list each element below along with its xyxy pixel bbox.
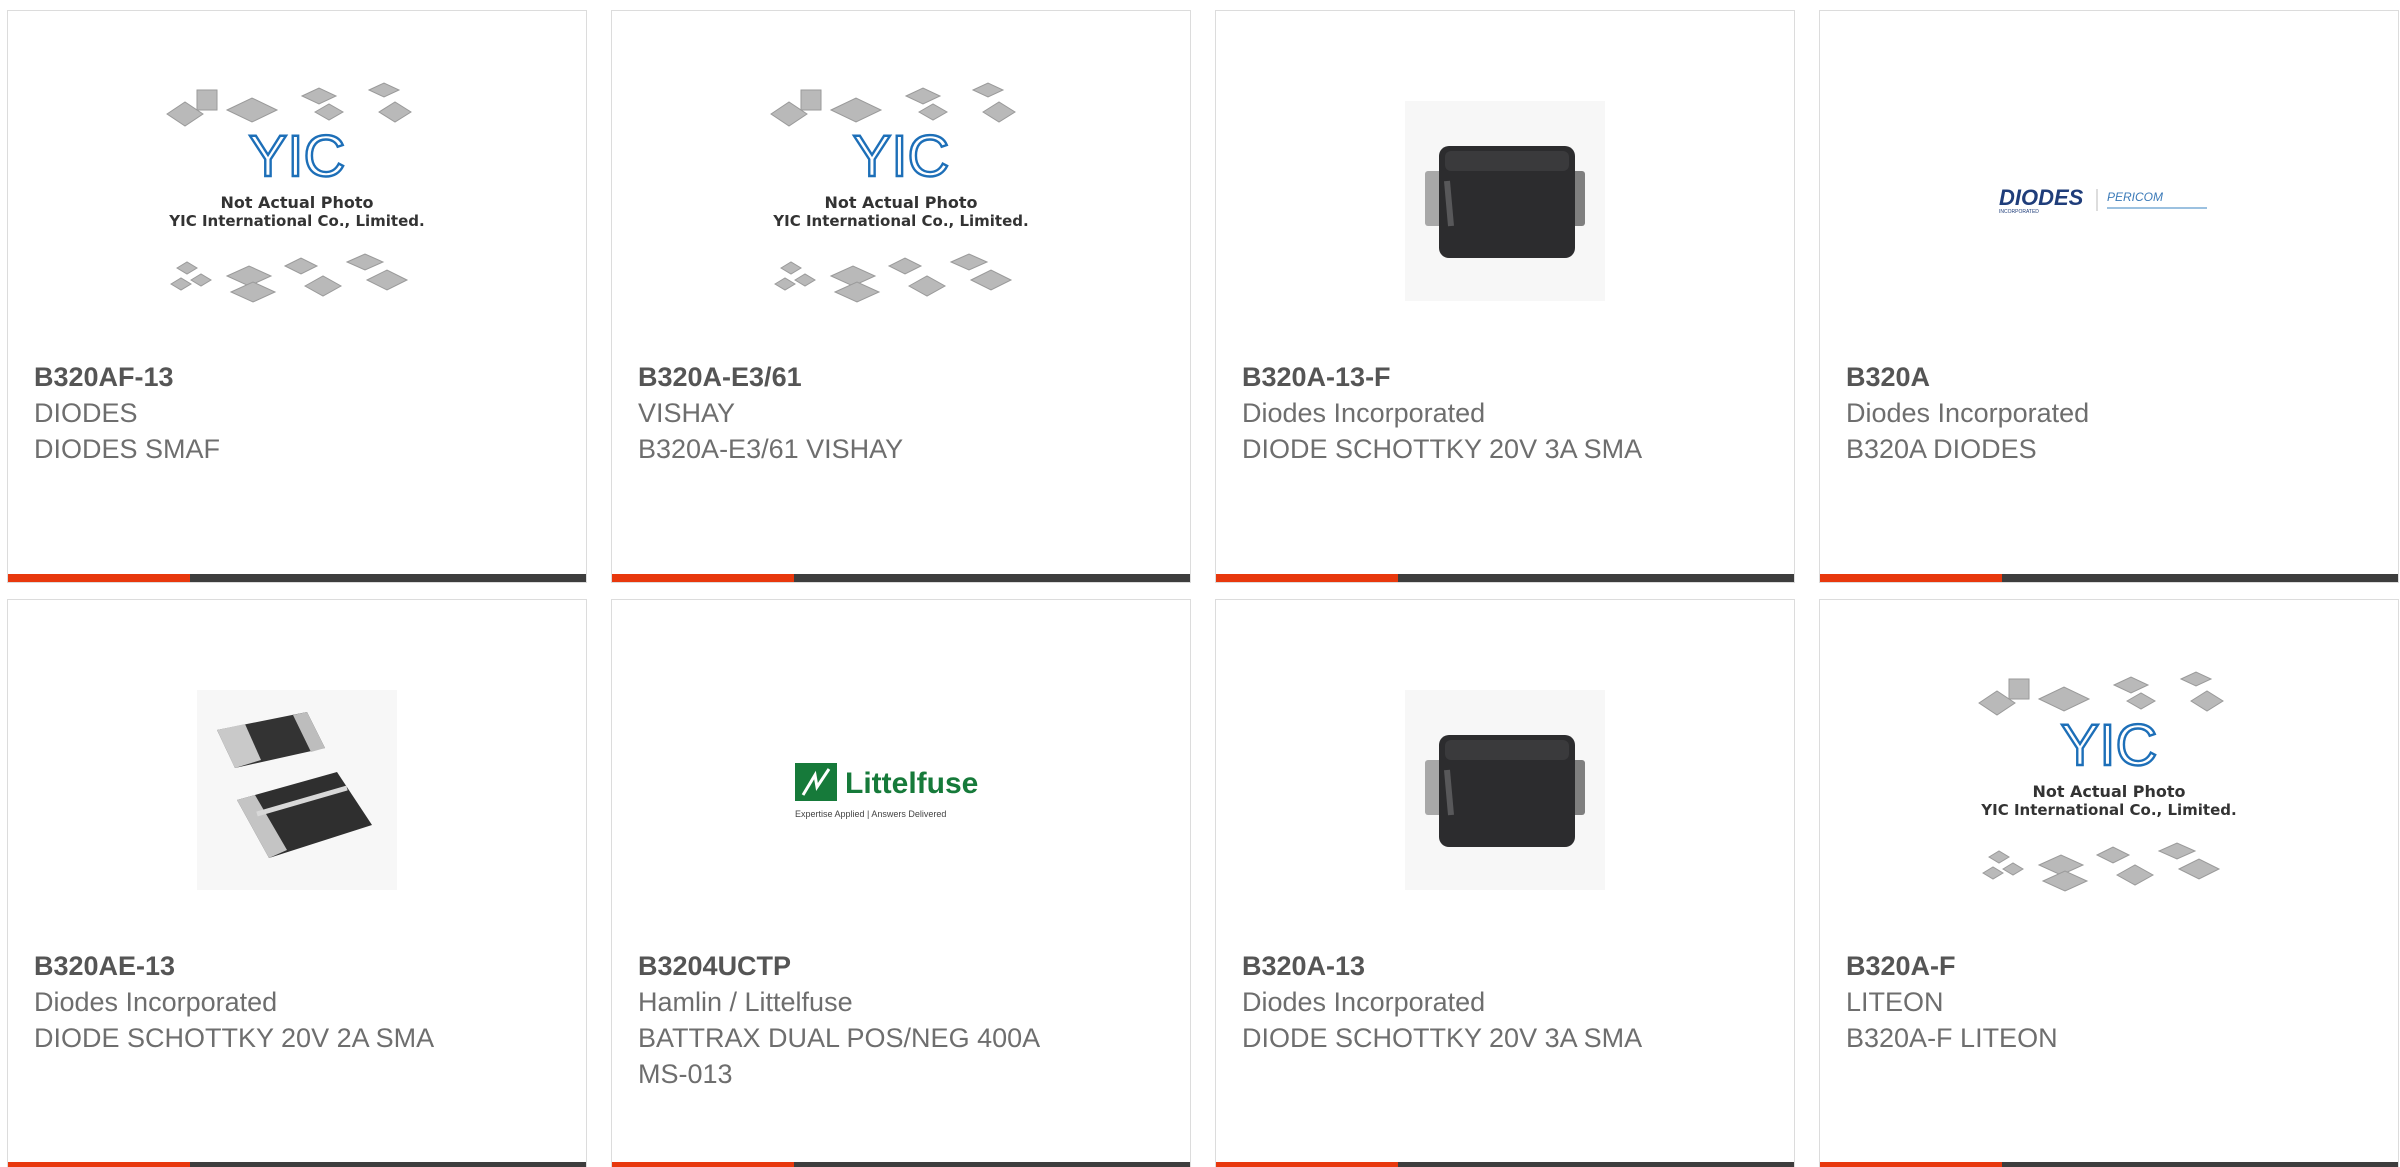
- manufacturer-label: DIODES: [34, 398, 138, 428]
- part-number-link[interactable]: B320A-13-F: [1242, 359, 1768, 395]
- product-image[interactable]: YIC Not Actual Photo YIC International Co.…: [1820, 640, 2398, 940]
- placeholder-company: YIC International Co., Limited.: [772, 212, 1028, 230]
- yic-logo: YIC: [249, 124, 346, 189]
- product-image[interactable]: YIC Not Actual Photo YIC International Co.…: [612, 51, 1190, 351]
- manufacturer-label: Diodes Incorporated: [1242, 987, 1486, 1017]
- part-number-link[interactable]: B320A-E3/61: [638, 359, 1164, 395]
- manufacturer-label: Diodes Incorporated: [1242, 398, 1486, 428]
- manufacturer-label: LITEON: [1846, 987, 1944, 1017]
- product-image[interactable]: [8, 640, 586, 940]
- product-card[interactable]: YIC Not Actual Photo YIC International Co.…: [611, 10, 1191, 583]
- part-number-link[interactable]: B320A-F: [1846, 948, 2372, 984]
- svg-text:Expertise Applied | Answers De: Expertise Applied | Answers Delivered: [795, 809, 946, 819]
- part-number-link[interactable]: B320A: [1846, 359, 2372, 395]
- placeholder-caption: Not Actual Photo: [220, 193, 373, 212]
- product-card[interactable]: DIODES INCORPORATED PERICOM B320A Diodes I…: [1819, 10, 2399, 583]
- product-card[interactable]: B320AE-13 Diodes Incorporated DIODE SCHO…: [7, 599, 587, 1167]
- part-number-link[interactable]: B320AE-13: [34, 948, 560, 984]
- svg-text:INCORPORATED: INCORPORATED: [1999, 209, 2039, 215]
- product-image[interactable]: [1216, 640, 1794, 940]
- product-card[interactable]: YIC Not Actual Photo YIC International Co.…: [7, 10, 587, 583]
- placeholder-image: YIC Not Actual PhotoYIC International Co.…: [166, 82, 425, 303]
- sma-package-image: [1405, 101, 1605, 301]
- manufacturer-label: VISHAY: [638, 398, 736, 428]
- part-number-link[interactable]: B320A-13: [1242, 948, 1768, 984]
- card-accent-bar: [612, 1162, 1190, 1167]
- product-card[interactable]: Littelfuse Expertise Applied | Answers De…: [611, 599, 1191, 1167]
- product-image[interactable]: YIC Not Actual Photo YIC International Co.…: [8, 51, 586, 351]
- yic-logo: YIC: [853, 124, 950, 189]
- diodes-logo: DIODESINCORPORATED PERICOM: [1999, 185, 2207, 215]
- sma-pair-image: [197, 690, 397, 890]
- placeholder-image: YIC Not Actual PhotoYIC International Co.…: [1978, 671, 2237, 892]
- card-accent-bar: [1820, 574, 2398, 582]
- card-accent-bar: [612, 574, 1190, 582]
- manufacturer-label: Diodes Incorporated: [34, 987, 278, 1017]
- description-label: DIODE SCHOTTKY 20V 3A SMA: [1242, 1023, 1643, 1053]
- svg-text:Littelfuse: Littelfuse: [845, 767, 978, 800]
- svg-text:PERICOM: PERICOM: [2107, 190, 2163, 204]
- card-accent-bar: [8, 1162, 586, 1167]
- description-label: DIODE SCHOTTKY 20V 3A SMA: [1242, 434, 1643, 464]
- placeholder-caption: Not Actual Photo: [824, 193, 977, 212]
- description-label: B320A-E3/61 VISHAY: [638, 434, 904, 464]
- card-accent-bar: [1820, 1162, 2398, 1167]
- littelfuse-logo: Littelfuse Expertise Applied | Answers De…: [795, 763, 978, 819]
- placeholder-company: YIC International Co., Limited.: [1980, 801, 2236, 819]
- placeholder-caption: Not Actual Photo: [2032, 782, 2185, 801]
- part-number-link[interactable]: B320AF-13: [34, 359, 560, 395]
- placeholder-company: YIC International Co., Limited.: [168, 212, 424, 230]
- card-accent-bar: [1216, 1162, 1794, 1167]
- product-card[interactable]: B320A-13 Diodes Incorporated DIODE SCHOT…: [1215, 599, 1795, 1167]
- yic-logo: YIC: [2061, 713, 2158, 778]
- product-image[interactable]: Littelfuse Expertise Applied | Answers De…: [612, 640, 1190, 940]
- product-image[interactable]: [1216, 51, 1794, 351]
- description-label: B320A DIODES: [1846, 434, 2037, 464]
- sma-package-image: [1405, 690, 1605, 890]
- manufacturer-label: Diodes Incorporated: [1846, 398, 2090, 428]
- placeholder-image: YIC Not Actual PhotoYIC International Co.…: [770, 82, 1029, 303]
- description-label: DIODE SCHOTTKY 20V 2A SMA: [34, 1023, 435, 1053]
- description-label: DIODES SMAF: [34, 434, 221, 464]
- description-label: B320A-F LITEON: [1846, 1023, 2058, 1053]
- product-card[interactable]: B320A-13-F Diodes Incorporated DIODE SCH…: [1215, 10, 1795, 583]
- product-card[interactable]: YIC Not Actual Photo YIC International Co.…: [1819, 599, 2399, 1167]
- product-image[interactable]: DIODES INCORPORATED PERICOM: [1820, 51, 2398, 351]
- description-label: BATTRAX DUAL POS/NEG 400A MS-013: [638, 1023, 1039, 1089]
- card-accent-bar: [8, 574, 586, 582]
- manufacturer-label: Hamlin / Littelfuse: [638, 987, 853, 1017]
- svg-text:DIODES: DIODES: [1999, 185, 2084, 210]
- card-accent-bar: [1216, 574, 1794, 582]
- part-number-link[interactable]: B3204UCTP: [638, 948, 1164, 984]
